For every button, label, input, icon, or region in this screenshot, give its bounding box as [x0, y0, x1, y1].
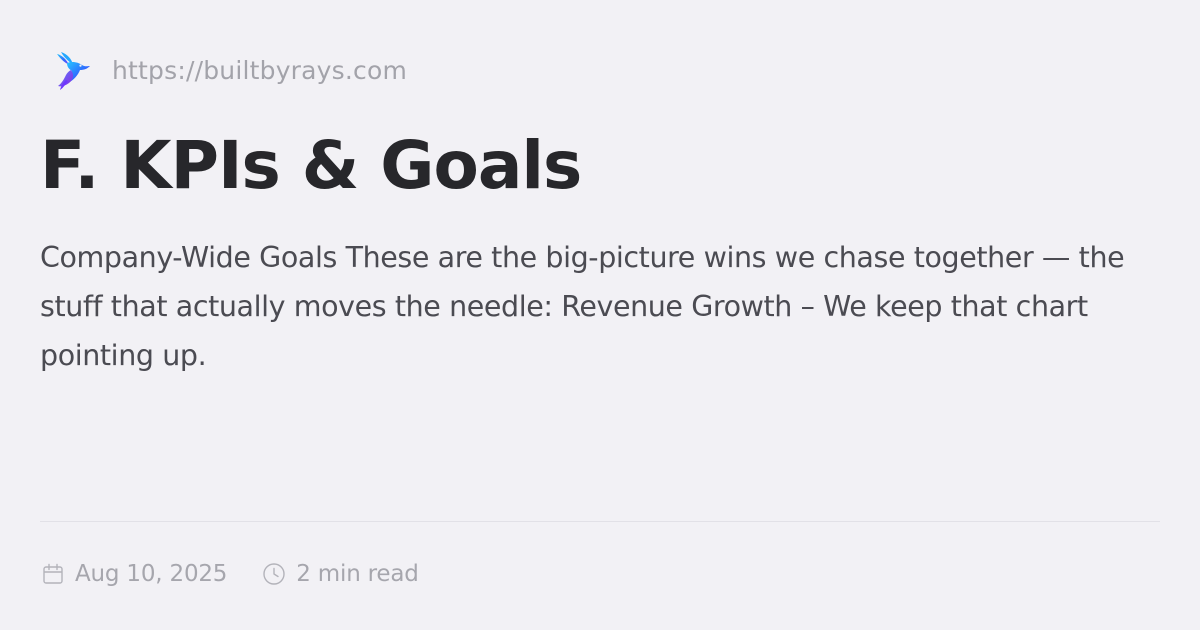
publish-date: Aug 10, 2025 — [40, 561, 227, 587]
divider — [40, 521, 1160, 522]
calendar-icon — [43, 563, 63, 584]
clock-icon — [263, 563, 285, 585]
site-header: https://builtbyrays.com — [50, 48, 407, 92]
read-time-text: 2 min read — [296, 561, 419, 587]
site-url[interactable]: https://builtbyrays.com — [112, 56, 407, 85]
read-time: 2 min read — [261, 561, 419, 587]
page-title: F. KPIs & Goals — [40, 127, 582, 204]
article-description: Company-Wide Goals These are the big-pic… — [40, 241, 1125, 372]
hummingbird-logo-icon[interactable] — [50, 48, 94, 92]
article-meta: Aug 10, 2025 2 min read — [40, 556, 419, 592]
publish-date-text: Aug 10, 2025 — [75, 561, 228, 587]
